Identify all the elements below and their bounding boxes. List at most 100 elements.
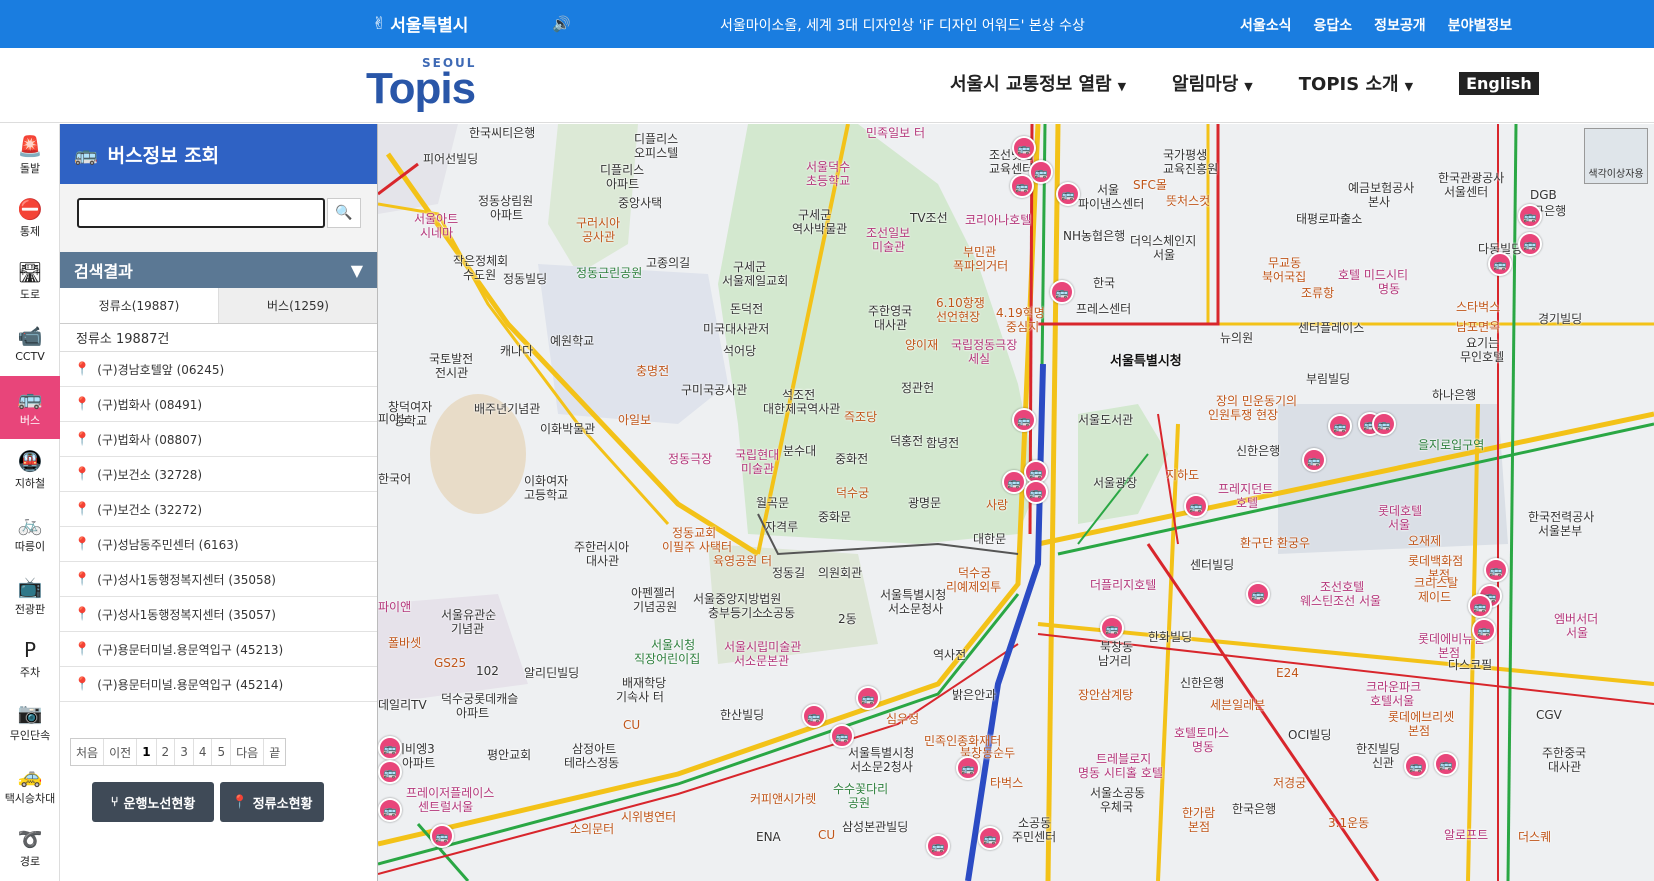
map-label: 본점 [1188, 820, 1211, 834]
bus-stop-marker-icon[interactable]: 🚌 [1056, 182, 1080, 206]
bus-stop-marker-icon[interactable]: 🚌 [1518, 204, 1542, 228]
rail-item-no-entry[interactable]: ⛔ 통제 [0, 187, 60, 250]
minimap-toggle[interactable]: 색각이상자용 [1584, 128, 1648, 184]
map-label: CU [818, 828, 836, 842]
rail-item-label: 버스 [19, 413, 41, 427]
rail-item-road[interactable]: 🛣 도로 [0, 250, 60, 313]
seoul-logo[interactable]: ✌ 서울특별시 [372, 11, 468, 37]
rail-item-parking[interactable]: P 주차 [0, 628, 60, 691]
top-link-response[interactable]: 응답소 [1314, 15, 1353, 35]
bus-stop-marker-icon[interactable]: 🚌 [802, 704, 826, 728]
pager-page-5[interactable]: 5 [212, 739, 232, 765]
bus-stop-marker-icon[interactable]: 🚌 [1184, 494, 1208, 518]
rail-item-label: 경로 [19, 854, 41, 868]
map-label: 명동 시티홀 호텔 [1078, 766, 1163, 780]
stop-list-item[interactable]: 📍 (구)법화사 (08491) [60, 387, 377, 422]
nav-notice[interactable]: 알림마당 ▼ [1172, 70, 1253, 96]
bus-stop-marker-icon[interactable]: 🚌 [1434, 752, 1458, 776]
rail-item-subway[interactable]: 🚇 지하철 [0, 439, 60, 502]
bus-stop-marker-icon[interactable]: 🚌 [378, 736, 402, 760]
pager-prev[interactable]: 이전 [104, 739, 138, 765]
route-status-button[interactable]: ⑂ 운행노선현황 [92, 782, 214, 822]
pager-next[interactable]: 다음 [231, 739, 265, 765]
map-label: 캐나다 [500, 344, 534, 358]
stop-list-item[interactable]: 📍 (구)경남호텔앞 (06245) [60, 352, 377, 387]
nav-traffic-info[interactable]: 서울시 교통정보 열람 ▼ [950, 70, 1126, 96]
stop-list-item[interactable]: 📍 (구)성남동주민센터 (6163) [60, 527, 377, 562]
bus-stop-marker-icon[interactable]: 🚌 [1484, 558, 1508, 582]
bus-stop-marker-icon[interactable]: 🚌 [1472, 618, 1496, 642]
map-label: GS25 [434, 656, 467, 670]
english-button[interactable]: English [1459, 71, 1539, 95]
stop-list-item[interactable]: 📍 (구)용문터미널.용문역입구 (45213) [60, 632, 377, 667]
bus-stop-marker-icon[interactable]: 🚌 [956, 756, 980, 780]
bus-stop-marker-icon[interactable]: 🚌 [1012, 136, 1036, 160]
map-label: 삼성본관빌딩 [842, 820, 909, 834]
bus-stop-marker-icon[interactable]: 🚌 [378, 798, 402, 822]
stop-list-item[interactable]: 📍 (구)성사1동행정복지센터 (35058) [60, 562, 377, 597]
search-input[interactable] [77, 198, 325, 228]
pager-page-3[interactable]: 3 [175, 739, 194, 765]
map-label: 직장어린이집 [634, 652, 701, 666]
map-label: 시위병연터 [621, 810, 677, 824]
topis-logo[interactable]: SEOUL Topis [366, 54, 490, 114]
top-link-news[interactable]: 서울소식 [1240, 15, 1292, 35]
tab-stops[interactable]: 정류소(19887) [60, 288, 218, 323]
bus-stop-marker-icon[interactable]: 🚌 [1100, 616, 1124, 640]
rail-item-taxi[interactable]: 🚕 택시승차대 [0, 754, 60, 817]
bus-stop-marker-icon[interactable]: 🚌 [378, 760, 402, 784]
bus-stop-marker-icon[interactable]: 🚌 [926, 834, 950, 858]
top-link-fields[interactable]: 분야별정보 [1448, 15, 1512, 35]
top-link-disclosure[interactable]: 정보공개 [1374, 15, 1426, 35]
map-label: 신관 [1372, 756, 1395, 770]
tab-buses[interactable]: 버스(1259) [218, 288, 377, 323]
rail-item-camera[interactable]: 📹 CCTV [0, 313, 60, 376]
bus-stop-marker-icon[interactable]: 🚌 [430, 824, 454, 848]
stop-list-item[interactable]: 📍 (구)용문터미널.용문역입구 (45214) [60, 667, 377, 702]
pager-page-1[interactable]: 1 [137, 739, 157, 765]
pager-page-4[interactable]: 4 [194, 739, 213, 765]
rail-item-siren[interactable]: 🚨 돌발 [0, 124, 60, 187]
bus-stop-marker-icon[interactable]: 🚌 [1050, 280, 1074, 304]
notice-ticker[interactable]: 서울마이소울, 세계 3대 디자인상 'iF 디자인 어워드' 본상 수상 [720, 15, 1085, 35]
map-label: 대사관 [1548, 760, 1582, 774]
nav-about[interactable]: TOPIS 소개 ▼ [1299, 70, 1413, 96]
bus-stop-marker-icon[interactable]: 🚌 [1488, 252, 1512, 276]
pager-page-2[interactable]: 2 [157, 739, 176, 765]
bus-stop-marker-icon[interactable]: 🚌 [1010, 174, 1034, 198]
stop-list-item[interactable]: 📍 (구)보건소 (32728) [60, 457, 377, 492]
rail-item-billboard[interactable]: 📺 전광판 [0, 565, 60, 628]
map-label: 북어국집 [1262, 270, 1307, 284]
rail-item-bicycle[interactable]: 🚲 따릉이 [0, 502, 60, 565]
map-label: 폭파의거터 [953, 259, 1009, 273]
bus-stop-marker-icon[interactable]: 🚌 [978, 826, 1002, 850]
map-label: 돈덕전 [730, 302, 764, 316]
bus-stop-marker-icon[interactable]: 🚌 [1372, 412, 1396, 436]
bus-stop-marker-icon[interactable]: 🚌 [1404, 754, 1428, 778]
stop-list-item[interactable]: 📍 (구)법화사 (08807) [60, 422, 377, 457]
map-label: 경기빌딩 [1538, 312, 1583, 326]
bus-stop-marker-icon[interactable]: 🚌 [830, 724, 854, 748]
map-view[interactable]: 색각이상자용 한국씨티은행 민족일보 터 디플리스 오피스텔 피어선빌딩 서울덕수 초등학교… [378, 124, 1654, 881]
bus-stop-marker-icon[interactable]: 🚌 [1302, 448, 1326, 472]
pager-first[interactable]: 처음 [71, 739, 105, 765]
bus-stop-marker-icon[interactable]: 🚌 [1002, 470, 1026, 494]
rail-item-route[interactable]: ➰ 경로 [0, 817, 60, 880]
results-header[interactable]: 검색결과 ▼ [60, 252, 377, 288]
bus-stop-marker-icon[interactable]: 🚌 [856, 686, 880, 710]
speaker-icon[interactable]: 🔊 [552, 15, 571, 33]
pager-last[interactable]: 끝 [264, 739, 285, 765]
bus-stop-marker-icon[interactable]: 🚌 [1246, 582, 1270, 606]
stop-list-item[interactable]: 📍 (구)성사1동행정복지센터 (35057) [60, 597, 377, 632]
map-label: 미국대사관저 [703, 322, 770, 336]
search-button[interactable]: 🔍 [327, 198, 361, 228]
stop-list-item[interactable]: 📍 (구)보건소 (32272) [60, 492, 377, 527]
bus-stop-marker-icon[interactable]: 🚌 [1468, 594, 1492, 618]
stop-status-button[interactable]: 📍 정류소현황 [220, 782, 324, 822]
bus-stop-marker-icon[interactable]: 🚌 [1012, 408, 1036, 432]
rail-item-bus[interactable]: 🚌 버스 [0, 376, 60, 439]
rail-item-speed-camera[interactable]: 📷 무인단속 [0, 691, 60, 754]
bus-stop-marker-icon[interactable]: 🚌 [1518, 232, 1542, 256]
bus-stop-marker-icon[interactable]: 🚌 [1328, 414, 1352, 438]
bus-stop-marker-icon[interactable]: 🚌 [1024, 480, 1048, 504]
